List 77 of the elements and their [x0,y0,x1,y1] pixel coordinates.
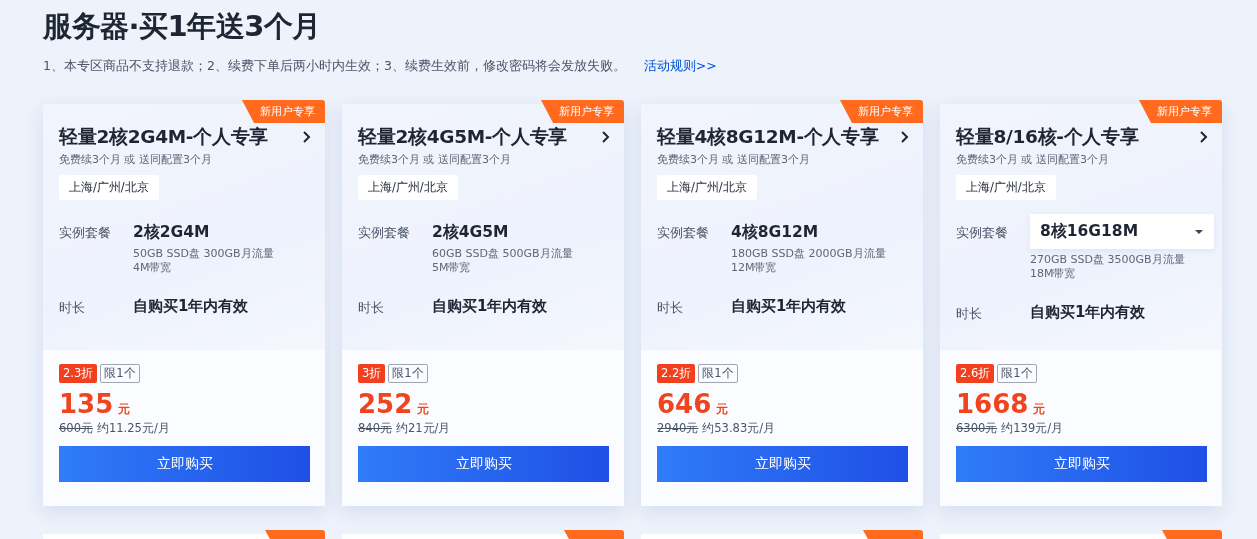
caret-icon [1194,228,1204,235]
currency: 元 [716,402,729,417]
spec-text: 50GB SSD盘 300GB月流量 [133,247,275,261]
card-title: 轻量4核8G12M-个人专享 [657,125,879,149]
discount-tag: 2.6折 [956,364,995,383]
field-label: 实例套餐 [59,224,112,242]
original-price: 600元 [59,421,93,436]
card-title: 轻量8/16核-个人专享 [956,125,1139,149]
package-value: 8核16G18M [1040,221,1139,242]
field-label: 时长 [59,299,86,317]
original-price: 2940元 [657,421,699,436]
currency: 元 [1033,402,1046,417]
limit-tag: 限1个 [388,364,428,383]
chevron-right-icon[interactable] [899,129,909,144]
package-select[interactable]: 8核16G18M [1030,214,1214,249]
spec-text: 60GB SSD盘 500GB月流量 [432,247,574,261]
package-value: 2核4G5M [432,223,509,241]
discount-tag: 3折 [358,364,386,383]
field-label: 实例套餐 [358,224,411,242]
buy-button[interactable]: 立即购买 [59,446,310,482]
limit-tag: 限1个 [997,364,1037,383]
price: 646 [657,389,712,419]
new-user-badge: 新用户专享 [1139,100,1222,123]
spec-text: 18M带宽 [1030,267,1077,281]
spec-text: 5M带宽 [432,261,472,275]
new-user-badge: 新用户专享 [242,100,325,123]
card-subtitle: 免费续3个月 或 送同配置3个月 [59,152,213,167]
original-price: 840元 [358,421,392,436]
field-label: 时长 [657,299,684,317]
card-title: 轻量2核2G4M-个人专享 [59,125,268,149]
spec-text: 180GB SSD盘 2000GB月流量 [731,247,887,261]
currency: 元 [417,402,430,417]
price: 135 [59,389,114,419]
monthly-price: 约11.25元/月 [96,421,170,436]
original-price: 6300元 [956,421,998,436]
field-label: 实例套餐 [956,224,1009,242]
currency: 元 [118,402,131,417]
duration-value: 自购买1年内有效 [731,297,848,316]
new-user-badge: 新用户专享 [840,100,923,123]
notice-text: 1、本专区商品不支持退款；2、续费下单后两小时内生效；3、续费生效前，修改密码将会发放失败。 [43,58,626,75]
monthly-price: 约139元/月 [1001,421,1064,436]
discount-tag: 2.2折 [657,364,696,383]
buy-button[interactable]: 立即购买 [956,446,1207,482]
duration-value: 自购买1年内有效 [432,297,549,316]
duration-value: 自购买1年内有效 [1030,303,1147,322]
new-user-badge: 新用户专享 [541,100,624,123]
chevron-right-icon[interactable] [600,129,610,144]
monthly-price: 约53.83元/月 [702,421,776,436]
field-label: 实例套餐 [657,224,710,242]
rules-link[interactable]: 活动规则>> [643,58,717,75]
region-tag: 上海/广州/北京 [657,175,757,200]
spec-text: 270GB SSD盘 3500GB月流量 [1030,253,1186,267]
package-value: 4核8G12M [731,223,819,241]
limit-tag: 限1个 [698,364,738,383]
field-label: 时长 [956,305,983,323]
discount-tag: 2.3折 [59,364,98,383]
spec-text: 4M带宽 [133,261,173,275]
buy-button[interactable]: 立即购买 [657,446,908,482]
region-tag: 上海/广州/北京 [956,175,1056,200]
region-tag: 上海/广州/北京 [358,175,458,200]
monthly-price: 约21元/月 [395,421,451,436]
buy-button[interactable]: 立即购买 [358,446,609,482]
card-subtitle: 免费续3个月 或 送同配置3个月 [358,152,512,167]
card-subtitle: 免费续3个月 或 送同配置3个月 [657,152,811,167]
chevron-right-icon[interactable] [1198,129,1208,144]
page-title: 服务器·买1年送3个月 [43,8,322,45]
chevron-right-icon[interactable] [301,129,311,144]
price: 1668 [956,389,1029,419]
region-tag: 上海/广州/北京 [59,175,159,200]
price: 252 [358,389,413,419]
card-subtitle: 免费续3个月 或 送同配置3个月 [956,152,1110,167]
field-label: 时长 [358,299,385,317]
limit-tag: 限1个 [100,364,140,383]
duration-value: 自购买1年内有效 [133,297,250,316]
spec-text: 12M带宽 [731,261,778,275]
card-title: 轻量2核4G5M-个人专享 [358,125,567,149]
package-value: 2核2G4M [133,223,210,241]
